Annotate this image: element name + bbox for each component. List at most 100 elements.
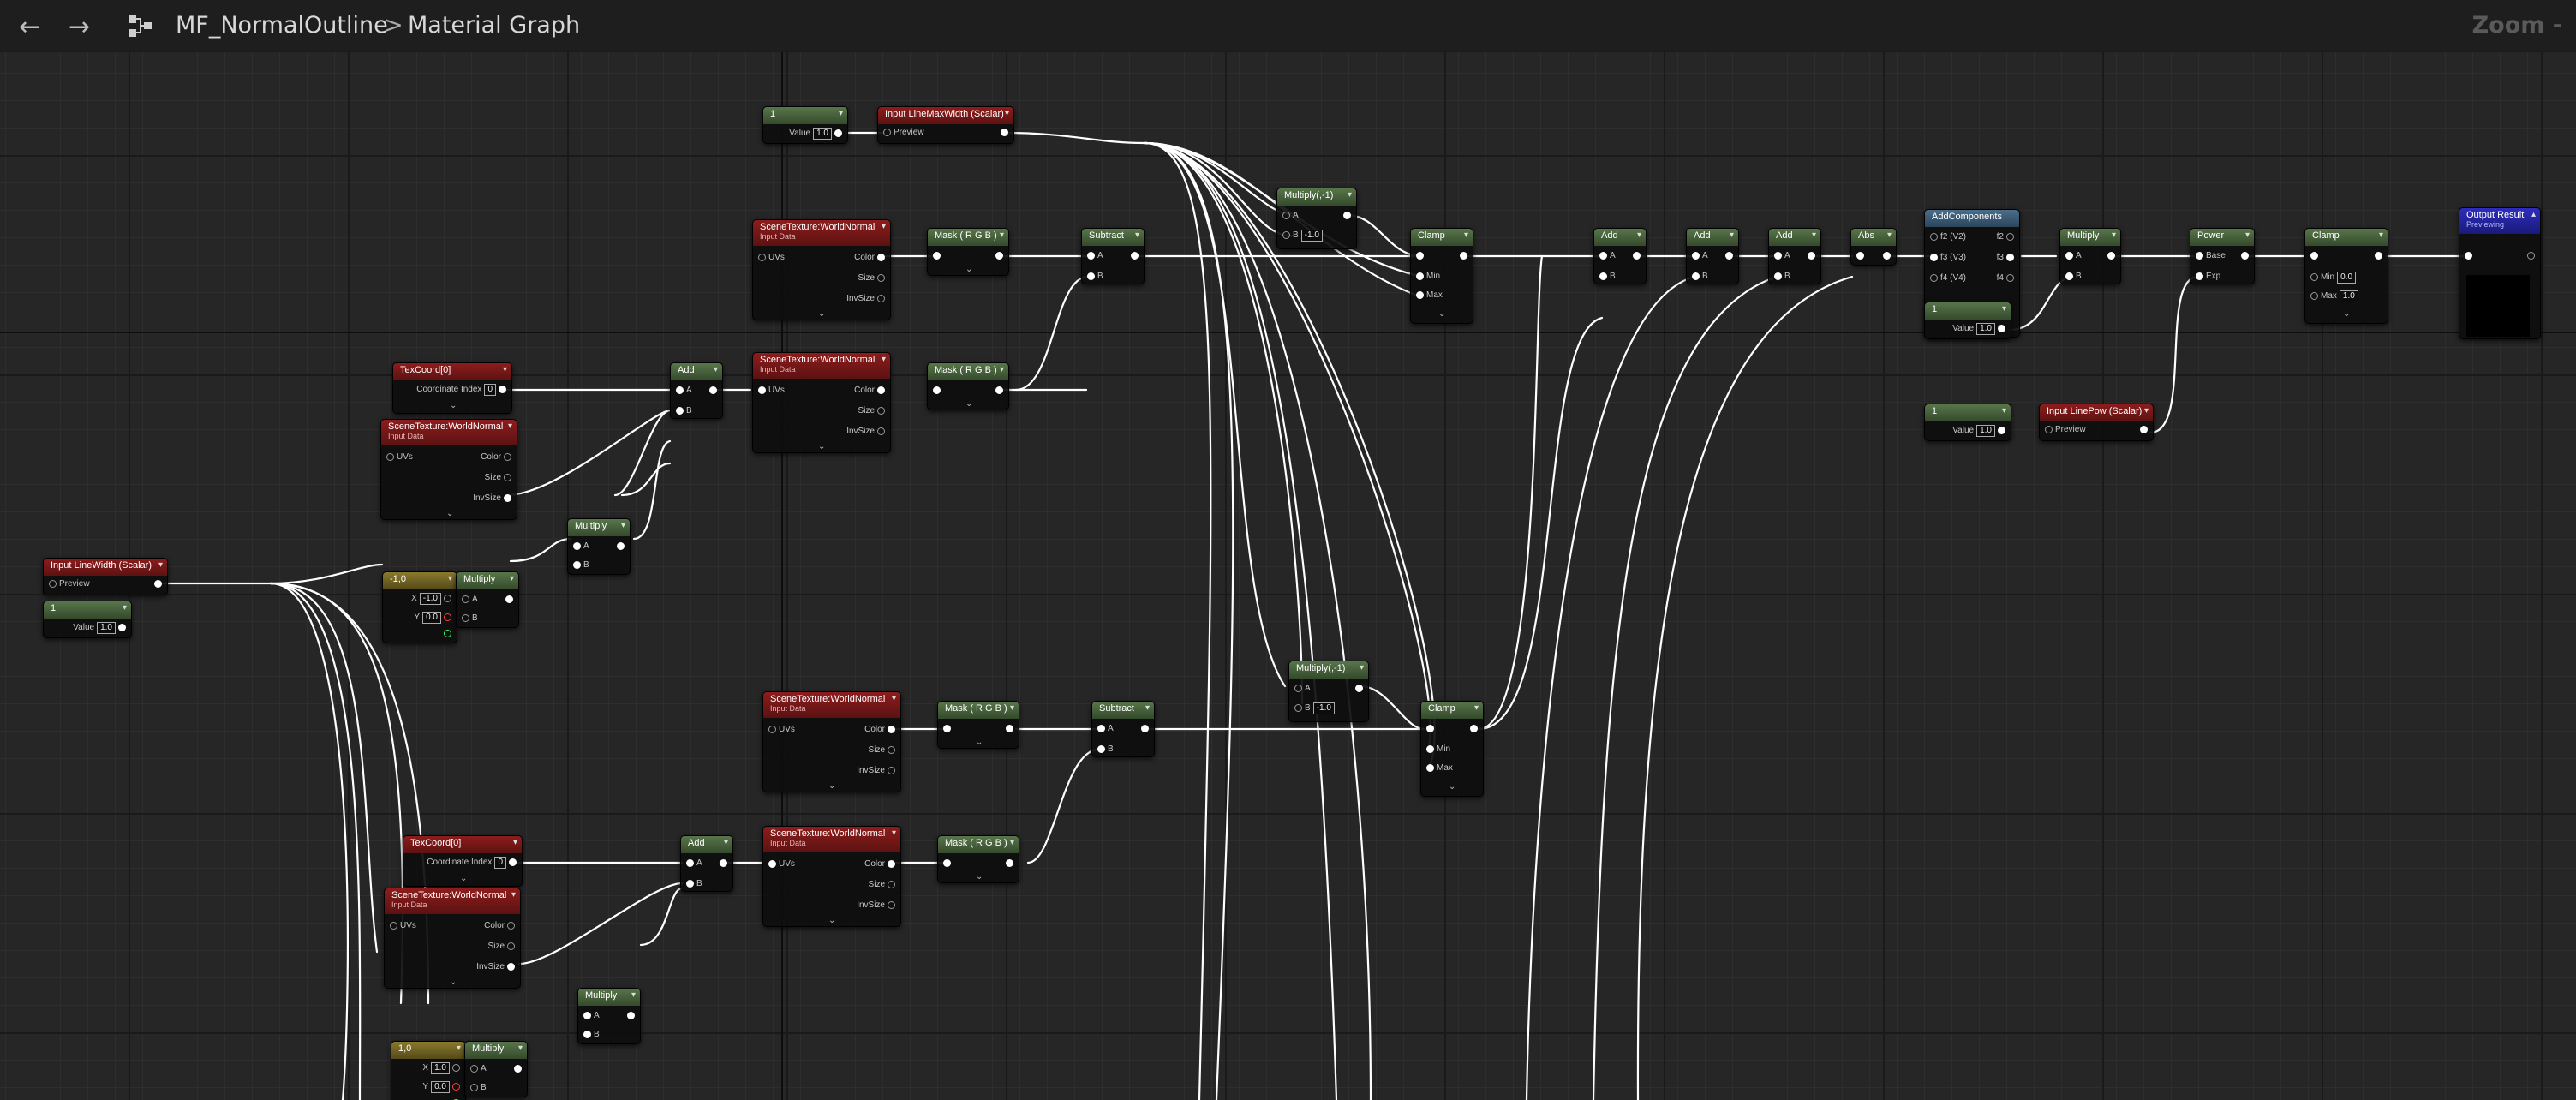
pin-b[interactable]: B [573,560,589,571]
pin-max[interactable]: Max 1.0 [2310,290,2358,302]
x-value-input[interactable]: -1.0 [419,593,441,605]
chevron-down-icon[interactable]: ▾ [518,1043,523,1053]
scenetexture-worldnormal-5[interactable]: SceneTexture:WorldNormal Input Data ▾ UVs … [762,826,901,927]
chevron-down-icon[interactable]: ▾ [2144,406,2149,415]
expand-chevron-icon[interactable]: ⌄ [965,265,972,274]
constant-node-top[interactable]: 1 ▾ Value 1.0 [762,106,848,144]
pin-a[interactable]: A [2065,251,2082,261]
pin-a[interactable]: A [1692,251,1708,261]
output-pin[interactable] [614,541,625,552]
chevron-down-icon[interactable]: ▾ [457,1043,461,1053]
chevron-down-icon[interactable]: ▾ [1010,703,1014,713]
chevron-down-icon[interactable]: ▾ [1887,230,1892,240]
chevron-down-icon[interactable]: ▾ [123,603,127,613]
input-pin[interactable] [943,858,953,869]
chevron-down-icon[interactable]: ▾ [2002,406,2006,415]
expand-chevron-icon[interactable]: ⌄ [818,309,825,319]
constant-node-lw[interactable]: 1 ▾ Value 1.0 [43,601,132,638]
uvs-pin[interactable]: UVs [768,859,795,870]
scenetexture-worldnormal-4[interactable]: SceneTexture:WorldNormal Input Data ▾ UVs … [762,691,901,792]
abs-node[interactable]: Abs ▾ [1850,228,1897,266]
value-pin[interactable]: Value 1.0 [1952,323,2005,335]
chevron-down-icon[interactable]: ▾ [1360,663,1364,673]
vector2-node-1[interactable]: -1,0 ▾ X -1.0 Y 0.0 [382,571,457,643]
uv-output-pin[interactable]: Coordinate Index 0 [427,857,517,869]
forward-arrow-icon[interactable]: → [69,12,90,42]
pin-f4[interactable]: f4 (V4) [1930,273,1966,284]
chevron-down-icon[interactable]: ▾ [158,560,163,570]
output-pin[interactable] [717,858,727,869]
expand-chevron-icon[interactable]: ⌄ [446,509,453,518]
output-pin[interactable] [2238,251,2249,261]
multiply-uv-node-1b[interactable]: Multiply ▾ A B [456,571,519,628]
output-pin[interactable] [2372,251,2382,261]
min-value-input[interactable]: 0.0 [2337,272,2357,284]
pin-b[interactable]: B [1087,272,1103,282]
uvs-pin[interactable]: UVs [758,386,785,396]
pin-b[interactable]: B [1774,272,1790,282]
chevron-down-icon[interactable]: ▾ [510,574,514,583]
output-pin[interactable] [1467,724,1478,734]
x-value-input[interactable]: 1.0 [431,1062,450,1074]
chevron-up-icon[interactable]: ▴ [2531,210,2536,219]
color-pin[interactable]: Color [854,253,885,263]
breadcrumb-asset[interactable]: MF_NormalOutline [176,12,388,39]
pin-b[interactable]: B -1.0 [1282,230,1323,242]
output-pin[interactable] [2105,251,2115,261]
pin-b[interactable]: B [686,879,702,889]
pin-b[interactable]: B [470,1083,487,1093]
chevron-down-icon[interactable]: ▾ [1005,109,1009,118]
value-pin[interactable]: Value 1.0 [73,622,126,634]
chevron-down-icon[interactable]: ▾ [2245,230,2250,240]
expand-chevron-icon[interactable]: ⌄ [1449,782,1455,792]
pin-b[interactable]: B [462,613,478,624]
expand-chevron-icon[interactable]: ⌄ [2343,309,2350,319]
pin-max[interactable]: Max [1416,290,1443,301]
chevron-down-icon[interactable]: ▾ [882,222,886,231]
pin-b[interactable]: B [676,406,692,416]
expand-chevron-icon[interactable]: ⌄ [965,399,972,409]
uvs-pin[interactable]: UVs [758,253,785,263]
hierarchy-icon[interactable] [127,14,156,39]
clamp-node-1[interactable]: Clamp ▾ Min Max ⌄ [1410,228,1473,324]
constant-node-mid[interactable]: 1 ▾ Value 1.0 [1924,302,2011,339]
chevron-down-icon[interactable]: ▾ [1000,365,1004,374]
input-pin[interactable] [933,386,943,396]
chevron-down-icon[interactable]: ▾ [511,890,516,900]
y-value-input[interactable]: 0.0 [431,1081,450,1093]
output-pin[interactable] [1457,251,1467,261]
chevron-down-icon[interactable]: ▾ [1000,230,1004,240]
pin-b[interactable]: B [2065,272,2082,282]
preview-pin[interactable]: Preview [2045,425,2086,435]
invsize-pin[interactable]: InvSize [846,427,885,437]
scenetexture-worldnormal-2[interactable]: SceneTexture:WorldNormal Input Data ▾ UVs … [752,352,891,453]
x-pin[interactable]: X -1.0 [411,593,451,605]
clamp-node-2[interactable]: Clamp ▾ Min Max ⌄ [1420,701,1484,797]
preview-pin[interactable]: Preview [49,579,90,589]
input-pin[interactable] [943,724,953,734]
output-pin[interactable] [441,629,451,639]
output-pin[interactable] [1630,251,1641,261]
pin-a[interactable]: A [1294,684,1311,694]
input-pin[interactable] [1856,251,1867,261]
chevron-down-icon[interactable]: ▾ [1348,190,1352,200]
param-linemaxwidth-node[interactable]: Input LineMaxWidth (Scalar) ▾ Preview [877,106,1014,144]
output-pin[interactable] [2137,425,2148,435]
chevron-down-icon[interactable]: ▾ [1464,230,1468,240]
expand-chevron-icon[interactable]: ⌄ [828,781,835,791]
expand-chevron-icon[interactable]: ⌄ [460,874,467,883]
out-f2[interactable]: f2 [1997,232,2014,242]
subtract-node-2[interactable]: Subtract ▾ A B [1091,701,1155,757]
expand-chevron-icon[interactable]: ⌄ [1438,309,1445,319]
texcoord-node-1[interactable]: TexCoord[0] ▾ Coordinate Index 0 ⌄ [392,362,512,414]
coord-index-input[interactable]: 0 [484,384,496,396]
pin-min[interactable]: Min [1416,272,1440,282]
texcoord-node-2[interactable]: TexCoord[0] ▾ Coordinate Index 0 ⌄ [403,835,523,887]
chevron-down-icon[interactable]: ▾ [714,365,718,374]
pin-min[interactable]: Min [1426,744,1450,755]
input-pin[interactable] [933,251,943,261]
back-arrow-icon[interactable]: ← [19,12,40,42]
output-pin[interactable] [2525,251,2535,261]
material-graph-canvas[interactable]: 1 ▾ Value 1.0 Input LineMaxWidth (Scalar) ▾… [0,52,2576,1100]
multiply-node-top[interactable]: Multiply ▾ A B [2059,228,2121,284]
